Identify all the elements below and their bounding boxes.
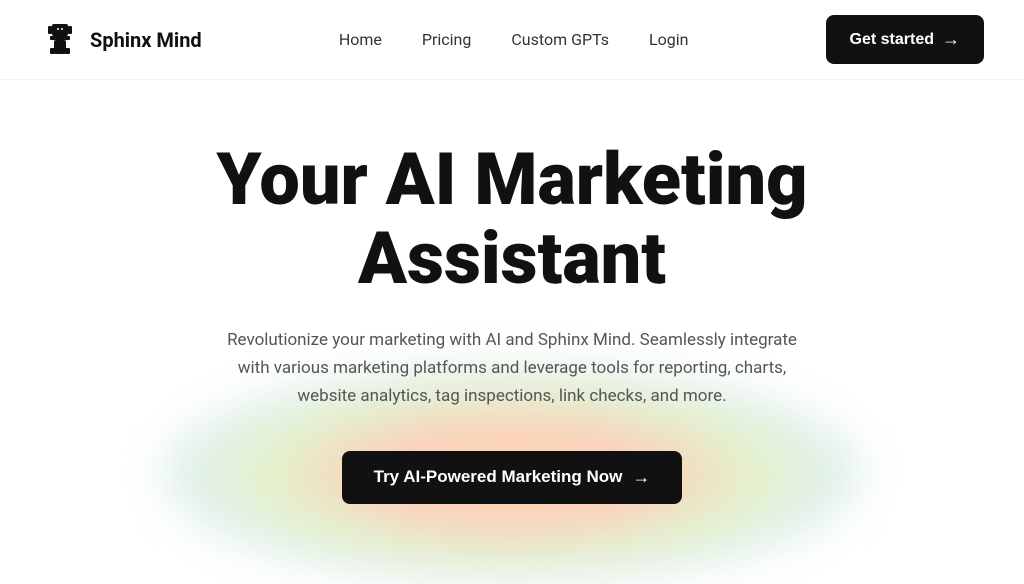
logo-text: Sphinx Mind (90, 28, 202, 52)
get-started-label: Get started (850, 31, 934, 49)
cta-button[interactable]: Try AI-Powered Marketing Now → (342, 451, 683, 504)
nav-item-pricing[interactable]: Pricing (422, 30, 472, 49)
nav-link-pricing[interactable]: Pricing (422, 30, 472, 49)
nav-links: Home Pricing Custom GPTs Login (339, 30, 689, 49)
hero-subtitle: Revolutionize your marketing with AI and… (222, 326, 802, 410)
nav-item-home[interactable]: Home (339, 30, 382, 49)
nav-link-home[interactable]: Home (339, 30, 382, 49)
hero-content: Your AI Marketing Assistant Revolutioniz… (162, 140, 862, 504)
hero-title: Your AI Marketing Assistant (162, 140, 862, 298)
nav-item-login[interactable]: Login (649, 30, 688, 49)
logo-area[interactable]: Sphinx Mind (40, 20, 202, 60)
hero-section: Your AI Marketing Assistant Revolutioniz… (0, 80, 1024, 504)
sphinx-logo-icon (40, 20, 80, 60)
nav-item-custom-gpts[interactable]: Custom GPTs (511, 30, 609, 49)
cta-label: Try AI-Powered Marketing Now (374, 467, 623, 487)
cta-arrow-icon: → (632, 467, 650, 488)
nav-link-custom-gpts[interactable]: Custom GPTs (511, 30, 609, 49)
arrow-right-icon: → (942, 29, 960, 50)
nav-link-login[interactable]: Login (649, 30, 688, 49)
navbar: Sphinx Mind Home Pricing Custom GPTs Log… (0, 0, 1024, 80)
get-started-button[interactable]: Get started → (826, 15, 984, 64)
